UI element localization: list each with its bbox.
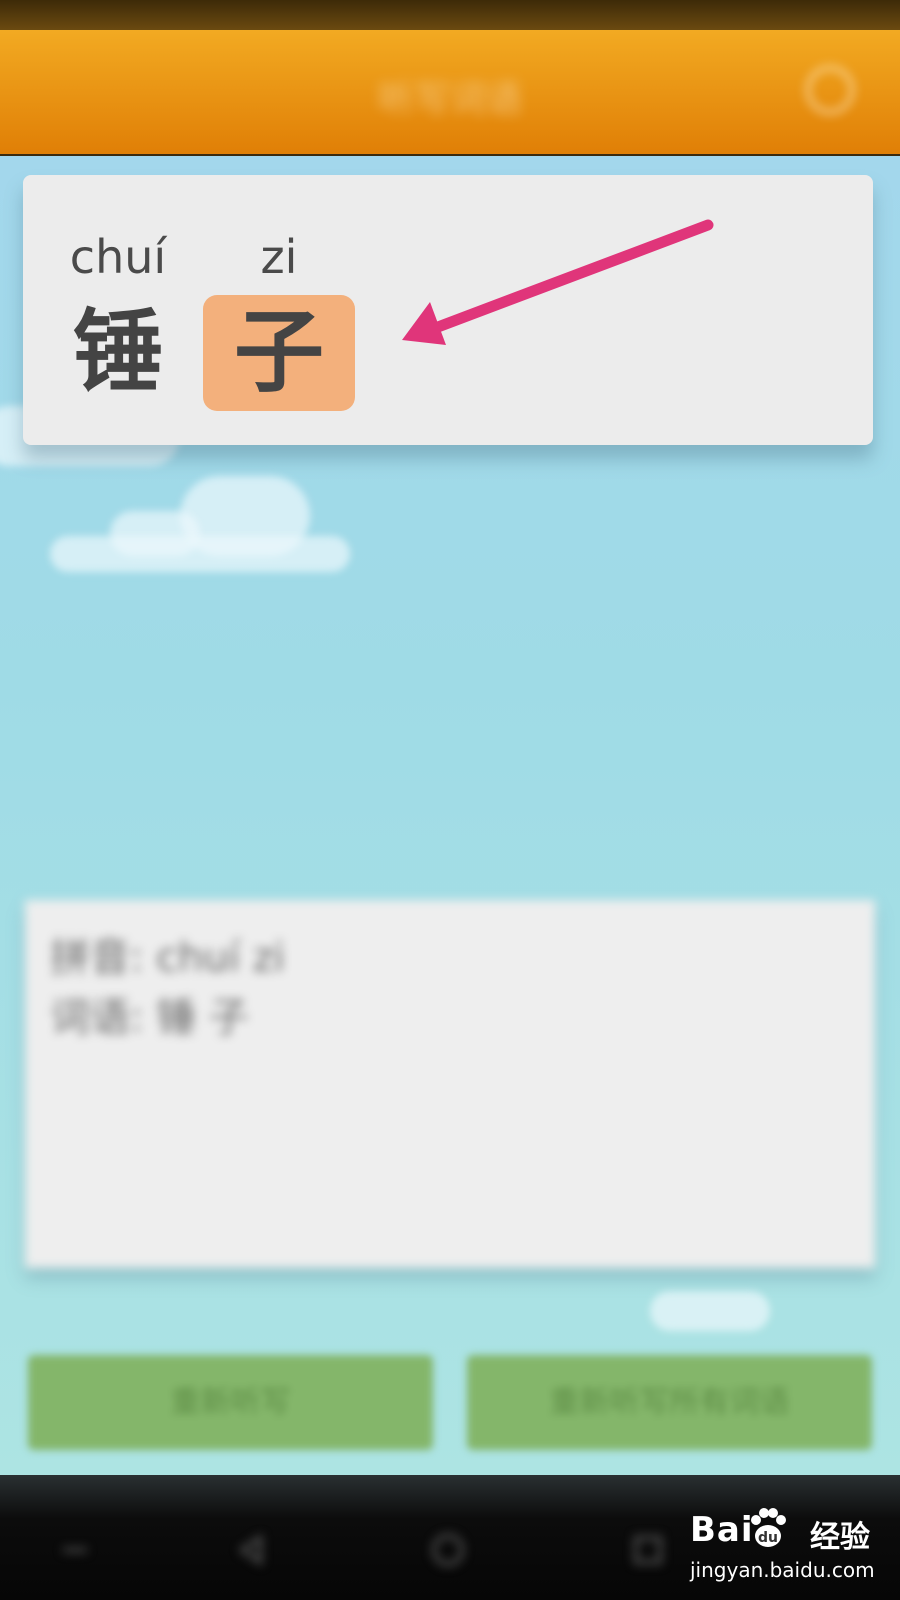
svg-text:du: du [758,1530,778,1546]
cloud-decoration [650,1291,770,1331]
watermark-brand: Bai [690,1510,754,1550]
menu-icon[interactable] [55,1530,95,1570]
character-cell[interactable]: chuí 锤 [63,227,173,411]
status-bar [0,0,900,30]
refresh-icon[interactable] [800,60,860,120]
baidu-jingyan-watermark: Bai du 经验 jingyan.baidu.com [690,1500,890,1590]
app-header: 听写词语 [0,30,900,156]
info-panel: 拼音: chuí zi 词语: 锤 子 [25,900,875,1268]
retry-all-button[interactable]: 重新听写所有词语 [467,1355,872,1450]
back-icon[interactable] [232,1530,272,1570]
header-title: 听写词语 [377,79,522,120]
pinyin-label: zi [260,230,298,284]
home-icon[interactable] [428,1530,468,1570]
recents-icon[interactable] [628,1530,668,1570]
watermark-url: jingyan.baidu.com [690,1558,875,1582]
watermark-brand-cn: 经验 [810,1520,870,1555]
pinyin-label: chuí [69,230,167,284]
retry-button[interactable]: 重新听写 [28,1355,433,1450]
cloud-decoration [50,536,350,572]
hanzi-character: 锤 [73,300,163,405]
baidu-paw-icon: du [751,1508,786,1547]
hanzi-character-highlighted: 子 [203,295,355,411]
info-pinyin: 拼音: chuí zi [50,935,285,981]
word-card: chuí 锤 zi 子 [23,175,873,445]
info-word: 词语: 锤 子 [50,995,249,1041]
character-cell-selected[interactable]: zi 子 [203,227,355,411]
